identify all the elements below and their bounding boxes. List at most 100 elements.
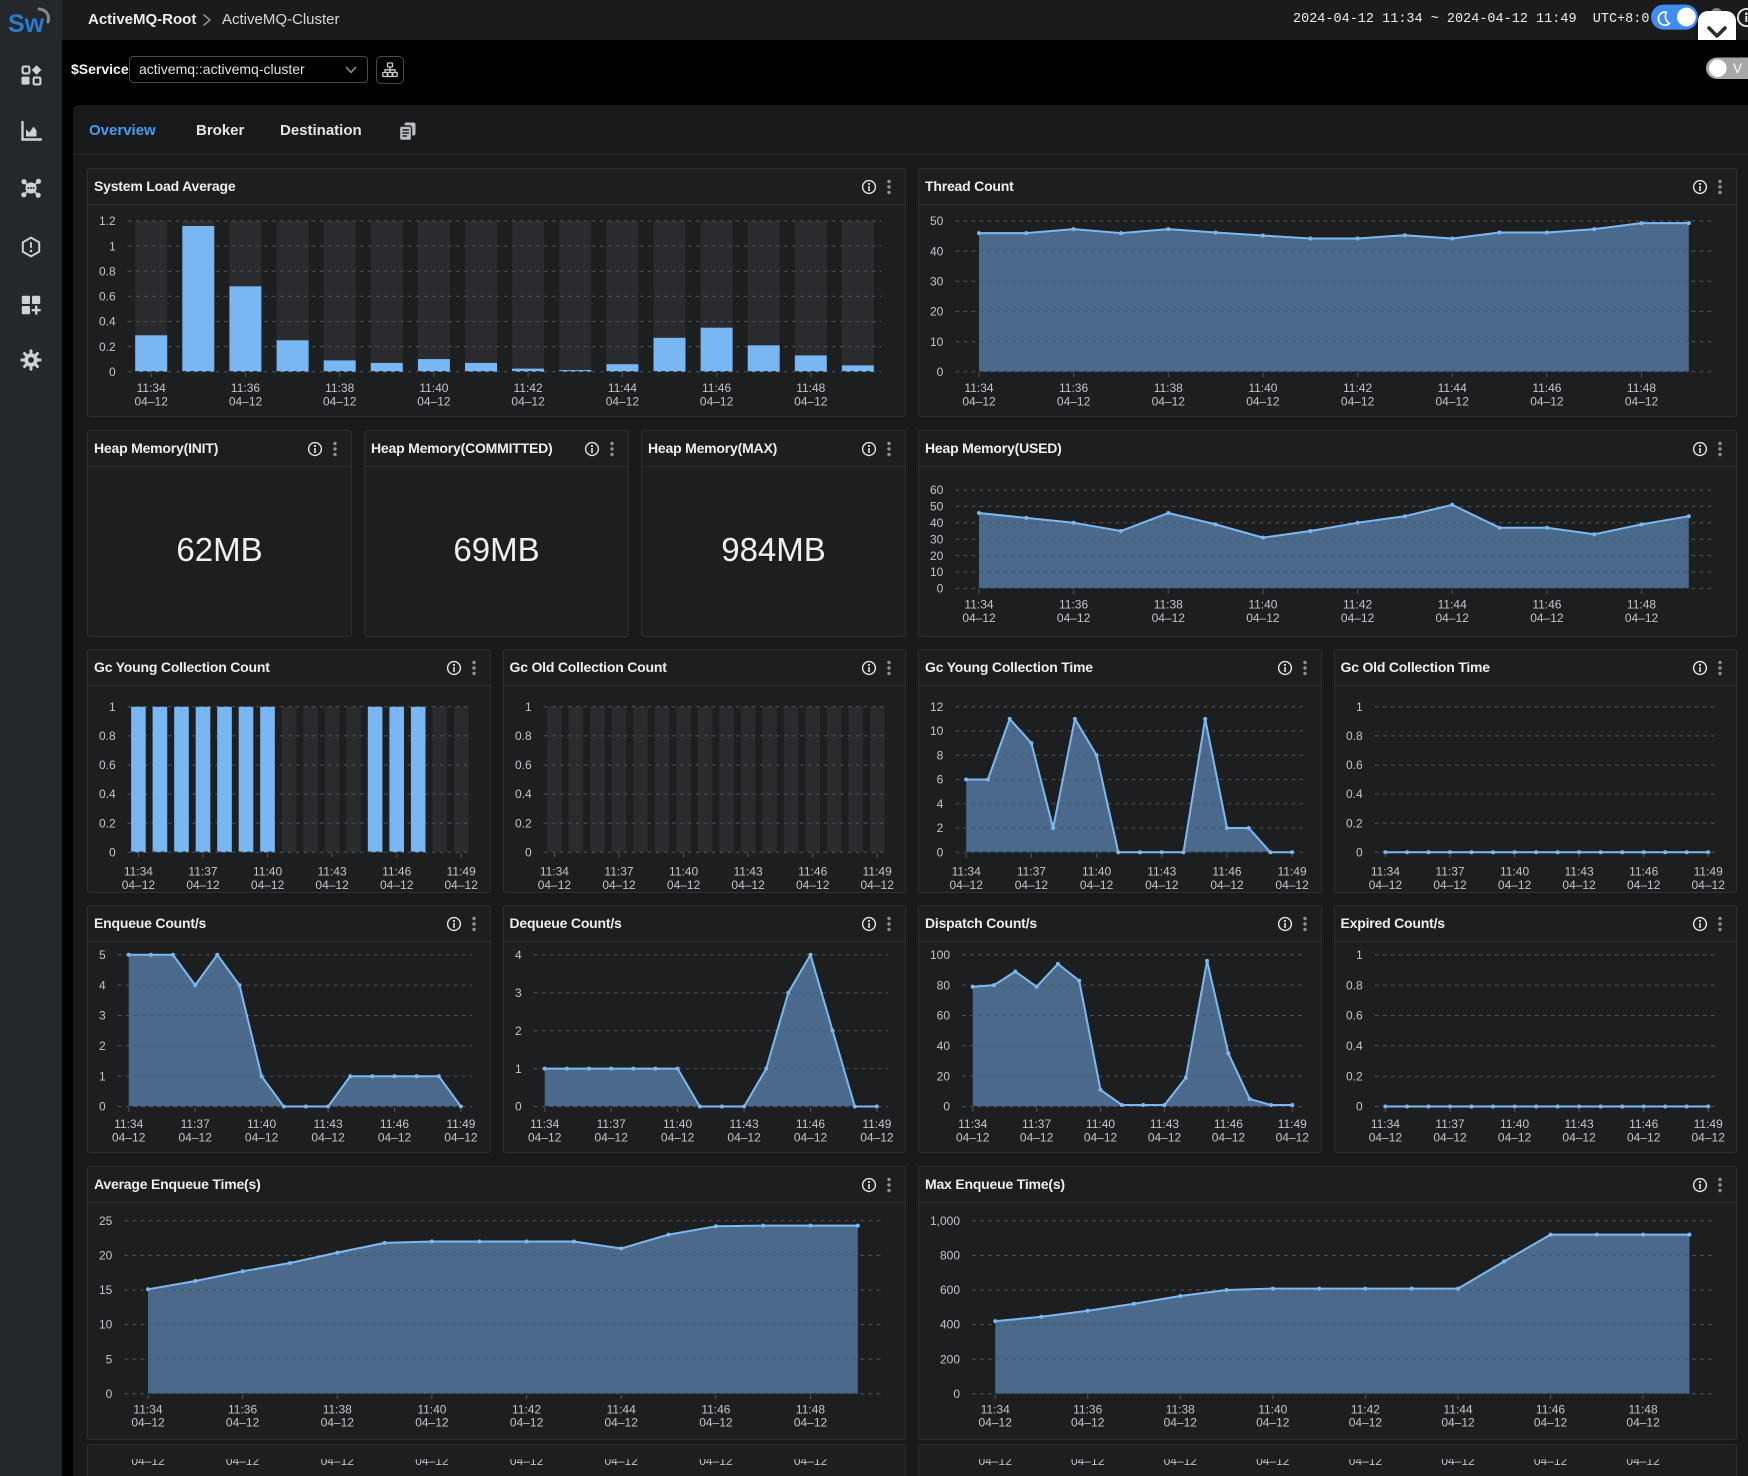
svg-text:0.8: 0.8 <box>515 729 532 743</box>
svg-text:0: 0 <box>937 845 944 859</box>
svg-text:11:48: 11:48 <box>796 1402 825 1416</box>
svg-text:2: 2 <box>515 1024 522 1038</box>
svg-text:0.6: 0.6 <box>1346 1009 1363 1023</box>
svg-text:3: 3 <box>515 986 522 1000</box>
svg-text:04–12: 04–12 <box>1164 1415 1198 1429</box>
svg-text:11:42: 11:42 <box>512 1402 541 1416</box>
svg-text:0: 0 <box>953 1387 960 1401</box>
svg-text:04–12: 04–12 <box>415 1415 449 1429</box>
svg-text:11:49: 11:49 <box>862 1117 891 1131</box>
svg-text:0.8: 0.8 <box>1346 978 1363 992</box>
svg-text:11:48: 11:48 <box>796 381 825 395</box>
svg-text:0: 0 <box>525 845 532 859</box>
svg-text:2: 2 <box>937 821 944 835</box>
svg-text:04–12: 04–12 <box>594 1131 628 1145</box>
svg-text:11:44: 11:44 <box>608 381 637 395</box>
svg-text:11:34: 11:34 <box>133 1402 162 1416</box>
svg-text:8: 8 <box>937 749 944 763</box>
svg-text:0: 0 <box>109 365 116 379</box>
svg-text:04–12: 04–12 <box>962 394 996 408</box>
svg-text:30: 30 <box>930 532 944 546</box>
svg-text:11:44: 11:44 <box>1438 381 1467 395</box>
svg-text:04–12: 04–12 <box>1145 878 1179 892</box>
svg-text:12: 12 <box>930 700 944 714</box>
svg-text:04–12: 04–12 <box>700 394 734 408</box>
svg-text:1: 1 <box>1356 700 1363 714</box>
svg-text:04–12: 04–12 <box>794 394 828 408</box>
svg-text:0.4: 0.4 <box>1346 1039 1363 1053</box>
svg-text:0.6: 0.6 <box>99 758 116 772</box>
svg-text:11:37: 11:37 <box>1022 1117 1051 1131</box>
svg-text:0.6: 0.6 <box>99 290 116 304</box>
svg-text:2: 2 <box>99 1039 106 1053</box>
svg-text:04–12: 04–12 <box>1210 878 1244 892</box>
svg-text:04–12: 04–12 <box>1349 1415 1383 1429</box>
svg-text:0.2: 0.2 <box>515 816 532 830</box>
svg-text:11:43: 11:43 <box>1564 1117 1593 1131</box>
svg-text:11:43: 11:43 <box>729 1117 758 1131</box>
svg-text:11:38: 11:38 <box>1154 597 1183 611</box>
svg-text:11:36: 11:36 <box>231 381 260 395</box>
svg-text:04–12: 04–12 <box>1368 1131 1402 1145</box>
svg-text:04–12: 04–12 <box>731 878 765 892</box>
svg-text:50: 50 <box>930 500 944 514</box>
svg-text:04–12: 04–12 <box>1212 1131 1246 1145</box>
svg-text:0.2: 0.2 <box>1346 1069 1363 1083</box>
svg-text:04–12: 04–12 <box>135 394 169 408</box>
svg-text:04–12: 04–12 <box>1626 1415 1660 1429</box>
svg-text:11:42: 11:42 <box>1343 381 1372 395</box>
svg-text:11:46: 11:46 <box>702 381 731 395</box>
svg-text:0.8: 0.8 <box>1346 729 1363 743</box>
svg-text:04–12: 04–12 <box>229 394 263 408</box>
svg-text:1: 1 <box>109 239 116 253</box>
svg-text:04–12: 04–12 <box>323 394 357 408</box>
svg-text:04–12: 04–12 <box>860 878 894 892</box>
svg-text:11:38: 11:38 <box>323 1402 352 1416</box>
svg-text:04–12: 04–12 <box>1152 611 1186 625</box>
svg-text:04–12: 04–12 <box>1152 394 1186 408</box>
svg-text:0.2: 0.2 <box>99 340 116 354</box>
svg-text:0.8: 0.8 <box>99 264 116 278</box>
svg-text:11:34: 11:34 <box>137 381 166 395</box>
svg-text:1: 1 <box>515 1062 522 1076</box>
svg-text:11:34: 11:34 <box>1370 864 1399 878</box>
svg-text:11:36: 11:36 <box>1059 381 1088 395</box>
svg-text:11:38: 11:38 <box>325 381 354 395</box>
svg-text:11:44: 11:44 <box>1443 1402 1472 1416</box>
svg-text:4: 4 <box>515 948 522 962</box>
svg-text:0.8: 0.8 <box>99 729 116 743</box>
svg-text:04–12: 04–12 <box>793 1131 827 1145</box>
svg-text:11:46: 11:46 <box>795 1117 824 1131</box>
svg-text:20: 20 <box>937 1069 951 1083</box>
svg-text:11:40: 11:40 <box>663 1117 692 1131</box>
svg-text:11:34: 11:34 <box>964 597 993 611</box>
svg-text:11:36: 11:36 <box>228 1402 257 1416</box>
svg-text:11:44: 11:44 <box>1438 597 1467 611</box>
svg-text:11:40: 11:40 <box>1082 864 1111 878</box>
svg-text:11:43: 11:43 <box>1564 864 1593 878</box>
svg-text:11:40: 11:40 <box>1248 597 1277 611</box>
svg-text:04–12: 04–12 <box>1071 1415 1105 1429</box>
svg-text:11:46: 11:46 <box>701 1402 730 1416</box>
svg-text:11:42: 11:42 <box>1351 1402 1380 1416</box>
svg-text:04–12: 04–12 <box>1246 611 1280 625</box>
svg-text:11:40: 11:40 <box>1258 1402 1287 1416</box>
svg-text:04–12: 04–12 <box>606 394 640 408</box>
svg-text:11:43: 11:43 <box>318 864 347 878</box>
svg-text:0: 0 <box>109 845 116 859</box>
svg-text:3: 3 <box>99 1009 106 1023</box>
svg-text:11:34: 11:34 <box>530 1117 559 1131</box>
svg-text:11:49: 11:49 <box>446 1117 475 1131</box>
svg-text:04–12: 04–12 <box>1625 394 1659 408</box>
svg-text:04–12: 04–12 <box>1562 878 1596 892</box>
svg-text:04–12: 04–12 <box>511 394 545 408</box>
svg-text:11:49: 11:49 <box>862 864 891 878</box>
svg-text:4: 4 <box>99 978 106 992</box>
svg-text:04–12: 04–12 <box>1433 878 1467 892</box>
svg-text:04–12: 04–12 <box>226 1415 260 1429</box>
svg-text:11:49: 11:49 <box>1693 1117 1722 1131</box>
svg-text:30: 30 <box>930 275 944 289</box>
svg-text:10: 10 <box>930 335 944 349</box>
svg-text:10: 10 <box>930 724 944 738</box>
svg-text:100: 100 <box>930 948 950 962</box>
